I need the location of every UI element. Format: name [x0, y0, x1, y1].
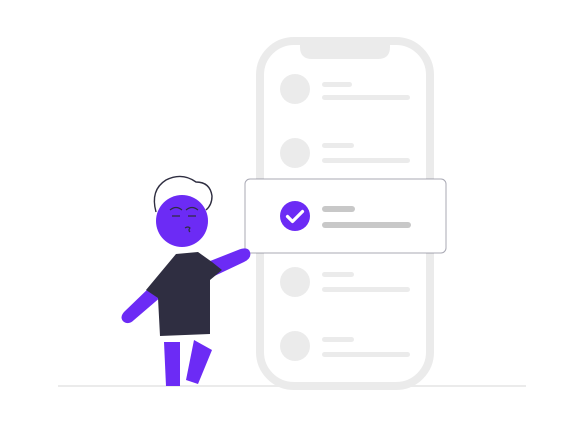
- phone-side-button: [428, 122, 434, 162]
- list-item: [280, 331, 410, 361]
- avatar-placeholder: [280, 267, 310, 297]
- list-item: [280, 267, 410, 297]
- text-placeholder: [322, 352, 410, 357]
- selected-list-card: [244, 178, 447, 254]
- card-surface: [244, 178, 447, 254]
- title-placeholder: [322, 206, 355, 212]
- list-item: [280, 74, 410, 104]
- text-placeholder: [322, 222, 411, 228]
- text-placeholder: [322, 287, 410, 292]
- illustration-canvas: [58, 37, 526, 390]
- title-placeholder: [322, 82, 352, 87]
- person-figure: [121, 175, 251, 386]
- checkmark-badge: [280, 201, 310, 231]
- person-shirt: [146, 252, 222, 336]
- text-placeholder: [322, 95, 410, 100]
- phone-notch: [300, 41, 390, 59]
- onboarding-illustration: [0, 0, 584, 427]
- avatar-placeholder: [280, 74, 310, 104]
- title-placeholder: [322, 272, 354, 277]
- text-placeholder: [322, 158, 410, 163]
- person-left-leg: [164, 342, 180, 386]
- list-item: [280, 138, 410, 168]
- person-right-leg: [186, 340, 212, 384]
- avatar-placeholder: [280, 138, 310, 168]
- title-placeholder: [322, 143, 354, 148]
- title-placeholder: [322, 337, 354, 342]
- avatar-placeholder: [280, 331, 310, 361]
- person-head: [156, 195, 208, 247]
